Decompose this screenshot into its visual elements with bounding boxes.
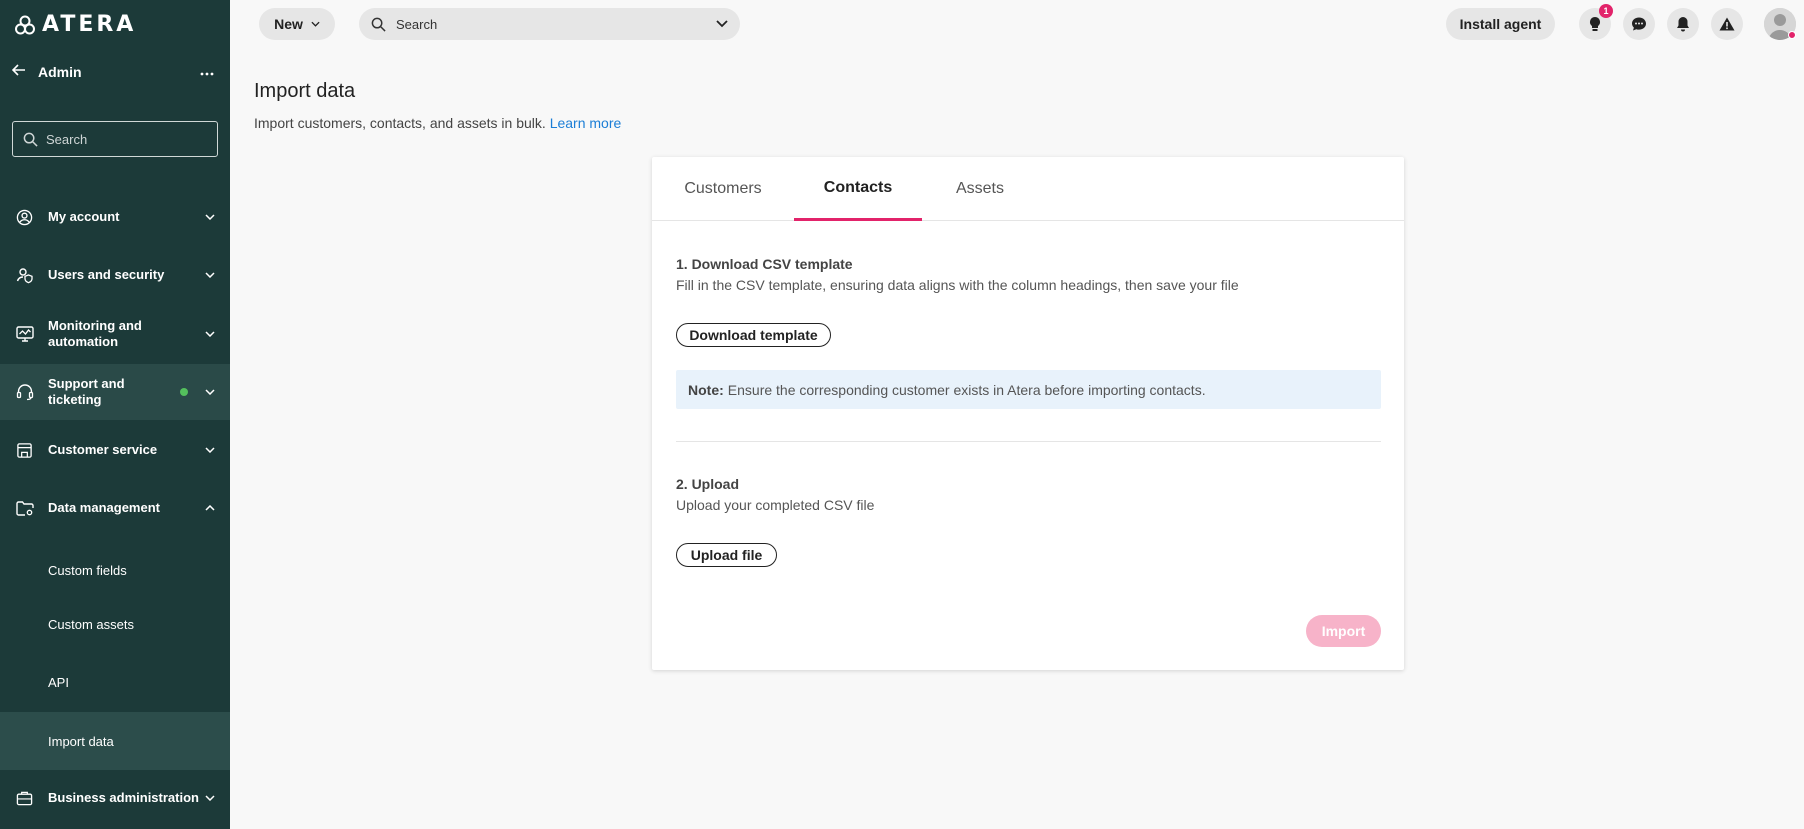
- page-title: Import data: [254, 80, 356, 102]
- sidebar-subitem-custom-fields[interactable]: Custom fields: [0, 552, 230, 588]
- atera-logo[interactable]: ATERA: [14, 12, 136, 37]
- chevron-down-icon[interactable]: [716, 20, 728, 28]
- sidebar-item-label: Monitoring and automation: [48, 318, 142, 349]
- admin-title: Admin: [38, 64, 82, 80]
- lightbulb-icon: [1590, 17, 1600, 31]
- sidebar-item-label: My account: [48, 209, 120, 224]
- import-button[interactable]: Import: [1306, 615, 1381, 647]
- chevron-down-icon: [204, 272, 216, 278]
- section-divider: [676, 441, 1381, 442]
- tab-customers[interactable]: Customers: [676, 157, 770, 221]
- learn-more-link[interactable]: Learn more: [550, 115, 622, 131]
- sidebar-item-users-security[interactable]: Users and security: [0, 258, 230, 292]
- sidebar-item-data-management[interactable]: Data management: [0, 491, 230, 525]
- sidebar-item-monitoring[interactable]: Monitoring and automation: [0, 314, 230, 354]
- chat-icon: [1632, 17, 1646, 31]
- search-icon: [371, 17, 386, 32]
- sidebar-item-business-admin[interactable]: Business administration: [0, 781, 230, 815]
- tab-label: Customers: [684, 180, 762, 197]
- step2-title: 2. Upload: [676, 476, 740, 492]
- chevron-down-icon: [204, 389, 216, 395]
- chevron-down-icon: [204, 331, 216, 337]
- sidebar-subitem-label: Custom fields: [48, 562, 127, 578]
- sidebar: ATERA Admin Search My account Users and …: [0, 0, 230, 829]
- global-search-input[interactable]: Search: [359, 8, 740, 40]
- step1-description: Fill in the CSV template, ensuring data …: [676, 277, 1239, 293]
- install-agent-label: Install agent: [1459, 16, 1542, 32]
- sidebar-search-placeholder: Search: [46, 131, 88, 147]
- sidebar-subitem-custom-assets[interactable]: Custom assets: [0, 606, 230, 642]
- alerts-button[interactable]: [1711, 8, 1743, 40]
- avatar-status-dot: [1788, 31, 1796, 39]
- back-arrow-icon[interactable]: [11, 63, 38, 82]
- global-search-placeholder: Search: [396, 16, 438, 32]
- search-icon: [23, 132, 38, 147]
- sidebar-item-customer-service[interactable]: Customer service: [0, 433, 230, 467]
- admin-header: Admin: [0, 58, 230, 86]
- tips-button[interactable]: 1: [1579, 4, 1613, 40]
- sidebar-item-label: Users and security: [48, 267, 165, 282]
- briefcase-icon: [16, 790, 48, 806]
- sidebar-subitem-label: Custom assets: [48, 616, 134, 632]
- sidebar-search-input[interactable]: Search: [12, 121, 218, 157]
- upload-file-button[interactable]: Upload file: [676, 543, 777, 567]
- new-button[interactable]: New: [259, 8, 335, 40]
- more-options-icon[interactable]: [200, 63, 214, 81]
- warning-icon: [1719, 17, 1735, 31]
- page-subtitle: Import customers, contacts, and assets i…: [254, 115, 621, 131]
- tab-contacts[interactable]: Contacts: [794, 157, 922, 221]
- step2-description: Upload your completed CSV file: [676, 497, 875, 513]
- user-circle-icon: [16, 209, 48, 226]
- logo-text: ATERA: [42, 12, 137, 37]
- note-banner: Note: Ensure the corresponding customer …: [676, 370, 1381, 409]
- import-card: Customers Contacts Assets 1. Download CS…: [652, 157, 1404, 670]
- status-dot: [180, 388, 188, 396]
- download-template-button[interactable]: Download template: [676, 323, 831, 347]
- folder-gear-icon: [16, 500, 48, 517]
- users-shield-icon: [16, 266, 48, 284]
- install-agent-button[interactable]: Install agent: [1446, 8, 1555, 40]
- page-subtitle-text: Import customers, contacts, and assets i…: [254, 115, 546, 131]
- headset-icon: [16, 383, 48, 401]
- sidebar-item-label: Support and ticketing: [48, 376, 125, 407]
- chevron-down-icon: [204, 214, 216, 220]
- sidebar-item-label: Customer service: [48, 442, 158, 457]
- atera-logo-icon: [15, 15, 35, 34]
- sidebar-item-my-account[interactable]: My account: [0, 200, 230, 234]
- top-bar: New Search Install agent 1: [230, 0, 1804, 48]
- chevron-down-icon: [204, 795, 216, 801]
- tab-label: Assets: [955, 180, 1004, 197]
- sidebar-subitem-label: Import data: [48, 733, 114, 749]
- note-label: Note:: [688, 381, 724, 398]
- bell-icon: [1677, 17, 1689, 32]
- sidebar-subitem-api[interactable]: API: [0, 664, 230, 700]
- tab-assets[interactable]: Assets: [946, 157, 1014, 221]
- sidebar-subitem-label: API: [48, 674, 69, 690]
- chat-button[interactable]: [1623, 8, 1655, 40]
- chevron-down-icon: [204, 447, 216, 453]
- store-icon: [16, 442, 48, 459]
- chevron-up-icon: [204, 505, 216, 511]
- notifications-button[interactable]: [1667, 8, 1699, 40]
- tips-badge: 1: [1599, 4, 1613, 18]
- sidebar-item-label: Data management: [48, 500, 160, 515]
- sidebar-item-support[interactable]: Support and ticketing: [0, 364, 230, 420]
- new-button-label: New: [274, 16, 303, 32]
- import-tabs: Customers Contacts Assets: [652, 157, 1404, 221]
- monitor-icon: [16, 325, 48, 343]
- note-text: Ensure the corresponding customer exists…: [727, 381, 1206, 398]
- tab-label: Contacts: [823, 178, 893, 196]
- sidebar-item-label: Business administration: [48, 790, 199, 805]
- sidebar-subitem-import-data[interactable]: Import data: [0, 712, 230, 770]
- step1-title: 1. Download CSV template: [676, 256, 853, 272]
- chevron-down-icon: [311, 21, 320, 27]
